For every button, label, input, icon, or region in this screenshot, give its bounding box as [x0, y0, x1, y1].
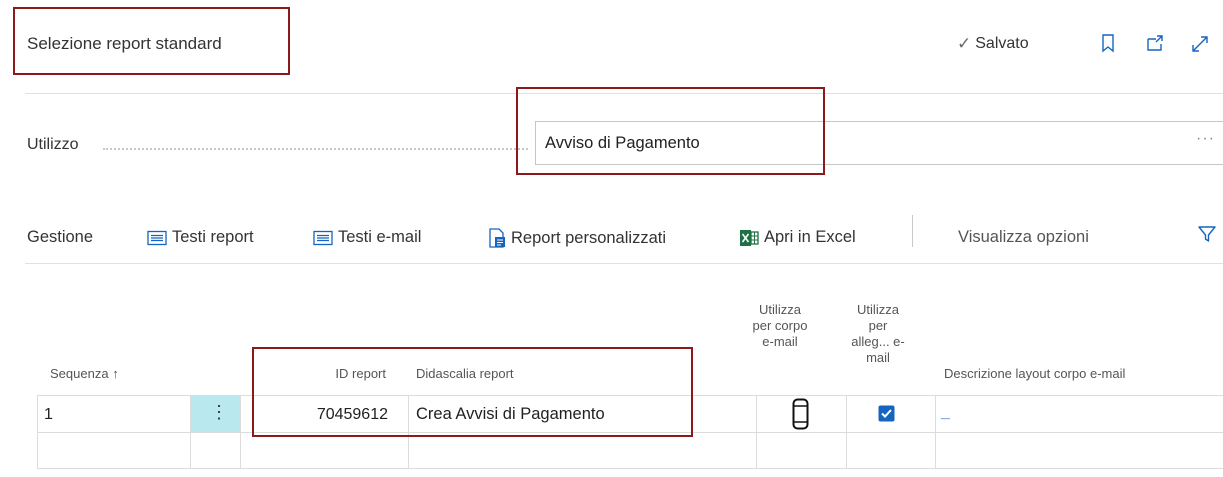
highlight-title: [13, 7, 290, 75]
row-menu-button[interactable]: ⋮: [191, 396, 240, 432]
col-divider: [240, 395, 241, 468]
highlight-report-columns: [252, 347, 693, 437]
column-header-allegato-email[interactable]: Utilizza per alleg... e-mail: [850, 302, 906, 366]
open-new-window-icon[interactable]: [1145, 32, 1165, 54]
usage-leader-dots: [103, 148, 528, 150]
saved-status: ✓ Salvato: [957, 34, 1029, 54]
allegato-email-checkbox[interactable]: [878, 405, 895, 427]
col-divider: [935, 395, 936, 468]
apri-in-excel-label: Apri in Excel: [764, 228, 856, 246]
text-list-icon: [147, 230, 167, 246]
custom-report-icon: [488, 228, 506, 248]
checkmark-icon: ✓: [957, 34, 972, 53]
column-header-descrizione-layout[interactable]: Descrizione layout corpo e-mail: [944, 366, 1125, 382]
expand-icon[interactable]: [1190, 32, 1210, 54]
row-descrizione-layout[interactable]: _: [941, 404, 950, 422]
more-options-icon: ⋮: [210, 402, 228, 422]
bookmark-icon[interactable]: [1098, 32, 1118, 54]
excel-icon: [739, 229, 759, 247]
testi-email-label: Testi e-mail: [338, 228, 422, 246]
col-divider: [846, 395, 847, 468]
action-bar-divider: [25, 263, 1223, 264]
testi-report-button[interactable]: Testi report: [147, 228, 254, 247]
highlight-usage: [516, 87, 825, 175]
usage-label: Utilizzo: [27, 136, 79, 153]
column-header-corpo-email[interactable]: Utilizza per corpo e-mail: [752, 302, 808, 350]
col-divider: [756, 395, 757, 468]
corpo-email-checkbox[interactable]: [792, 398, 810, 435]
gestione-label: Gestione: [27, 228, 94, 246]
filter-icon[interactable]: [1197, 224, 1217, 249]
col-divider: [37, 395, 38, 468]
gestione-menu[interactable]: Gestione: [27, 228, 93, 247]
action-bar-separator: [912, 215, 913, 247]
report-personalizzati-label: Report personalizzati: [511, 228, 666, 247]
apri-in-excel-button[interactable]: Apri in Excel: [739, 228, 856, 247]
testi-report-label: Testi report: [172, 228, 254, 246]
saved-label: Salvato: [975, 35, 1029, 52]
sort-ascending-icon: ↑: [112, 366, 119, 381]
visualizza-opzioni-button[interactable]: Visualizza opzioni: [958, 228, 1089, 247]
row-sequenza[interactable]: 1: [44, 406, 53, 424]
text-list-icon: [313, 230, 333, 246]
column-header-sequenza[interactable]: Sequenza ↑: [50, 366, 119, 382]
testi-email-button[interactable]: Testi e-mail: [313, 228, 421, 247]
usage-lookup-button[interactable]: ···: [1196, 130, 1215, 148]
row-divider: [37, 468, 1223, 469]
report-personalizzati-button[interactable]: Report personalizzati: [488, 228, 666, 248]
